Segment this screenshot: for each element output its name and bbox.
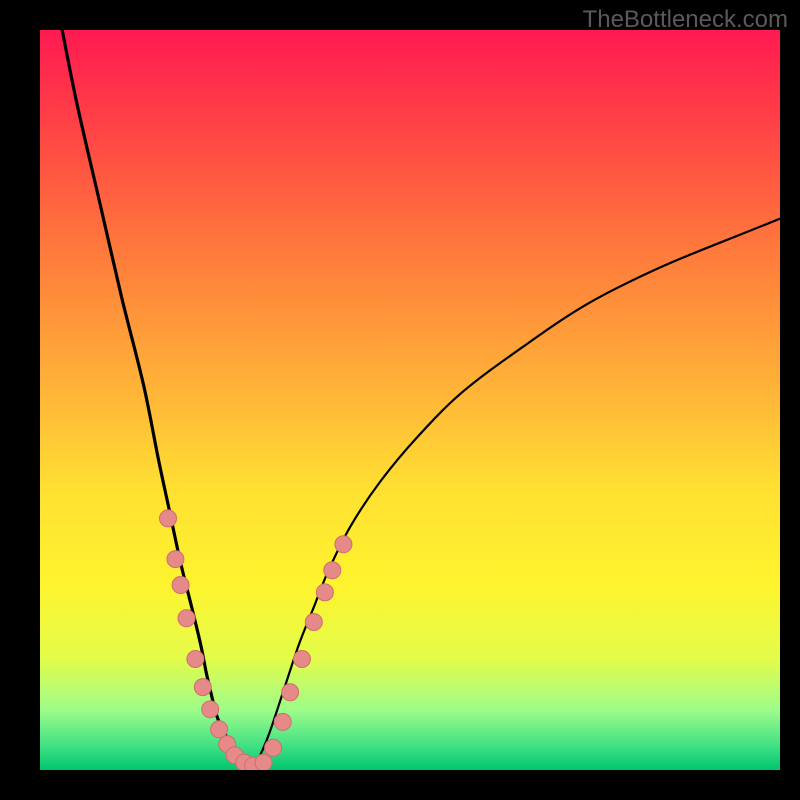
data-marker bbox=[187, 651, 204, 668]
data-marker bbox=[335, 536, 352, 553]
watermark-text: TheBottleneck.com bbox=[583, 6, 788, 34]
curve-left-curve bbox=[62, 30, 251, 768]
data-marker bbox=[316, 584, 333, 601]
data-marker bbox=[202, 701, 219, 718]
data-marker bbox=[305, 614, 322, 631]
curve-group bbox=[62, 30, 780, 768]
data-marker bbox=[172, 577, 189, 594]
curve-right-curve bbox=[251, 219, 780, 768]
data-marker bbox=[324, 562, 341, 579]
data-marker bbox=[293, 651, 310, 668]
plot-area bbox=[40, 30, 780, 770]
data-marker bbox=[211, 721, 228, 738]
curve-svg bbox=[40, 30, 780, 770]
data-marker bbox=[274, 713, 291, 730]
data-marker bbox=[282, 684, 299, 701]
data-marker bbox=[255, 754, 272, 770]
data-marker bbox=[265, 739, 282, 756]
chart-container: TheBottleneck.com bbox=[0, 0, 800, 800]
data-marker bbox=[160, 510, 177, 527]
data-marker bbox=[194, 679, 211, 696]
marker-group bbox=[160, 510, 352, 770]
data-marker bbox=[167, 551, 184, 568]
data-marker bbox=[178, 610, 195, 627]
